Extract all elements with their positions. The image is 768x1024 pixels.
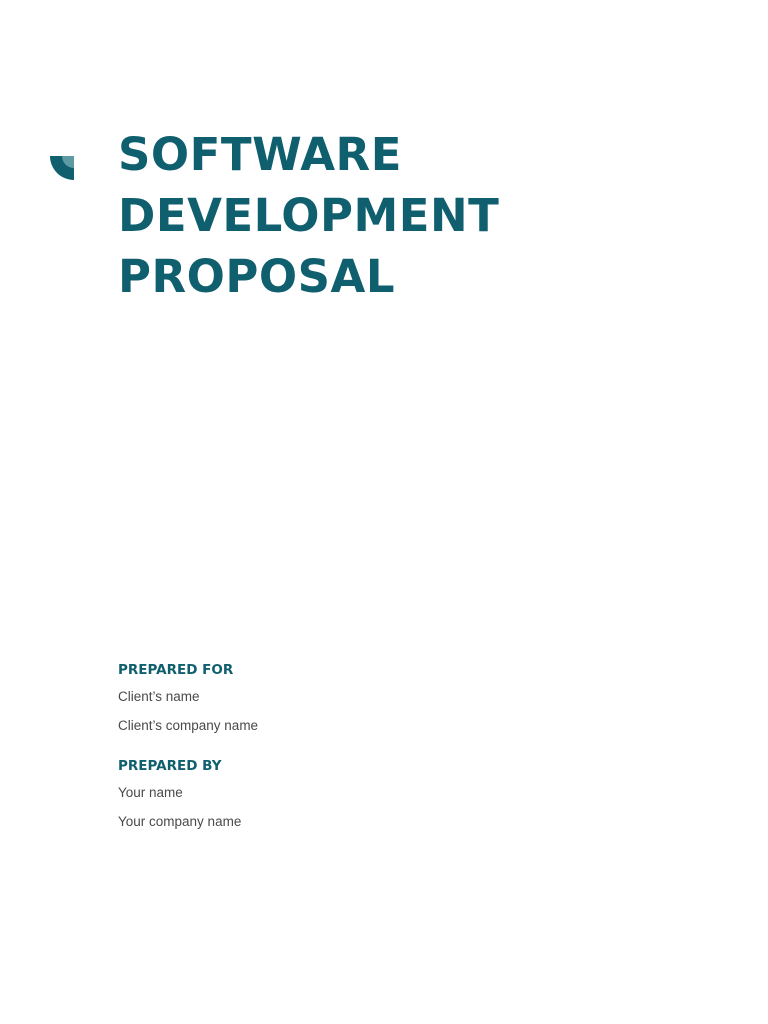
title-line-2: DEVELOPMENT <box>118 189 500 242</box>
prepared-for-heading: PREPARED FOR <box>118 662 234 678</box>
prepared-for-section: PREPARED FOR Client’s name Client’s comp… <box>118 660 538 736</box>
title-line-1: SOFTWARE <box>118 128 402 181</box>
your-name: Your name <box>118 785 183 800</box>
quarter-circle-icon <box>50 156 74 180</box>
client-name: Client’s name <box>118 689 200 704</box>
your-company-name: Your company name <box>118 814 242 829</box>
prepared-by-heading: PREPARED BY <box>118 758 222 774</box>
title-line-3: PROPOSAL <box>118 250 396 303</box>
page-title: SOFTWARE DEVELOPMENT PROPOSAL <box>118 124 678 307</box>
prepared-by-section: PREPARED BY Your name Your company name <box>118 756 538 832</box>
document-page: SOFTWARE DEVELOPMENT PROPOSAL PREPARED F… <box>0 0 768 1024</box>
client-company-name: Client’s company name <box>118 718 259 733</box>
